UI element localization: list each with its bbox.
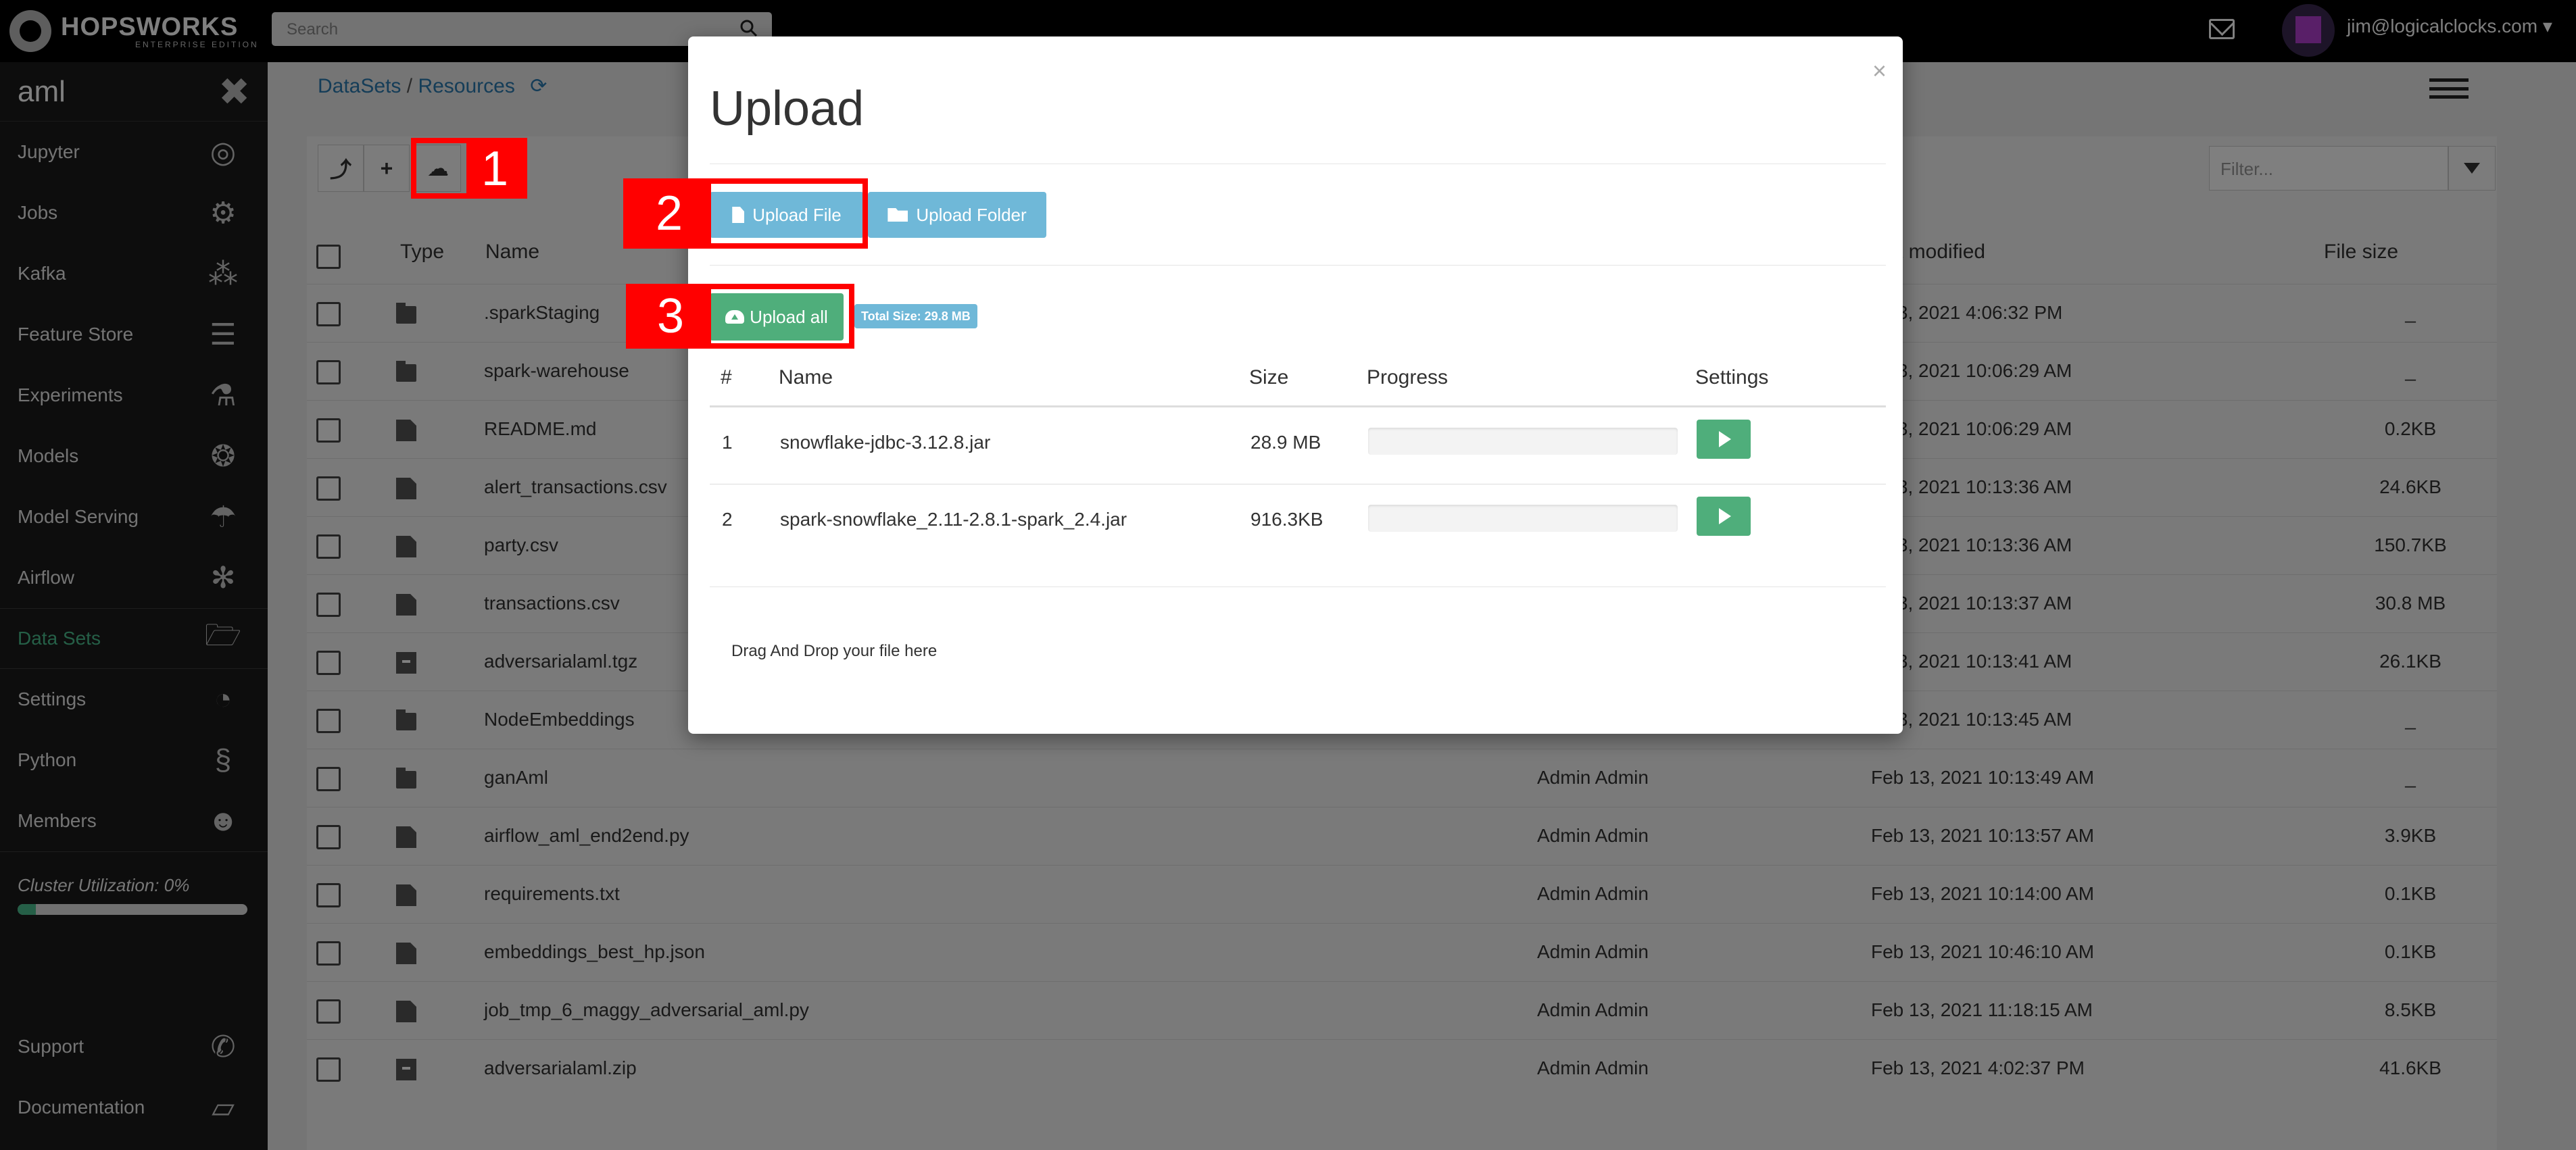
upload-row-number: 2 <box>722 509 733 530</box>
upload-folder-label: Upload Folder <box>916 204 1027 225</box>
play-icon <box>1719 508 1731 524</box>
divider <box>710 265 1886 266</box>
drop-zone[interactable]: Drag And Drop your file here <box>731 642 937 661</box>
upload-file-size: 916.3KB <box>1250 509 1323 530</box>
upload-progress-bar <box>1368 505 1678 532</box>
start-upload-button[interactable] <box>1697 420 1751 459</box>
folder-open-icon <box>888 208 908 222</box>
callout-1-number: 1 <box>466 142 523 196</box>
upload-header-size: Size <box>1249 366 1289 389</box>
upload-row: 1 snowflake-jdbc-3.12.8.jar 28.9 MB <box>710 407 1886 484</box>
upload-header-name: Name <box>779 366 833 389</box>
upload-row: 2 spark-snowflake_2.11-2.8.1-spark_2.4.ja… <box>710 484 1886 561</box>
upload-modal: × Upload Upload File Upload Folder Uploa… <box>688 36 1903 734</box>
divider <box>710 586 1886 587</box>
upload-progress-bar <box>1368 428 1678 455</box>
total-size-badge: Total Size: 29.8 MB <box>854 304 977 328</box>
play-icon <box>1719 431 1731 447</box>
upload-folder-button[interactable]: Upload Folder <box>868 192 1046 238</box>
upload-header-settings: Settings <box>1695 366 1769 389</box>
start-upload-button[interactable] <box>1697 497 1751 536</box>
callout-3-number: 3 <box>630 288 711 345</box>
upload-header-num: # <box>721 366 732 389</box>
modal-title: Upload <box>710 82 865 136</box>
close-icon[interactable]: × <box>1872 57 1887 85</box>
callout-2-number: 2 <box>627 182 711 245</box>
upload-file-name: snowflake-jdbc-3.12.8.jar <box>780 432 991 453</box>
upload-file-size: 28.9 MB <box>1250 432 1321 453</box>
upload-file-name: spark-snowflake_2.11-2.8.1-spark_2.4.jar <box>780 509 1127 530</box>
upload-row-number: 1 <box>722 432 733 453</box>
upload-header-progress: Progress <box>1367 366 1449 389</box>
